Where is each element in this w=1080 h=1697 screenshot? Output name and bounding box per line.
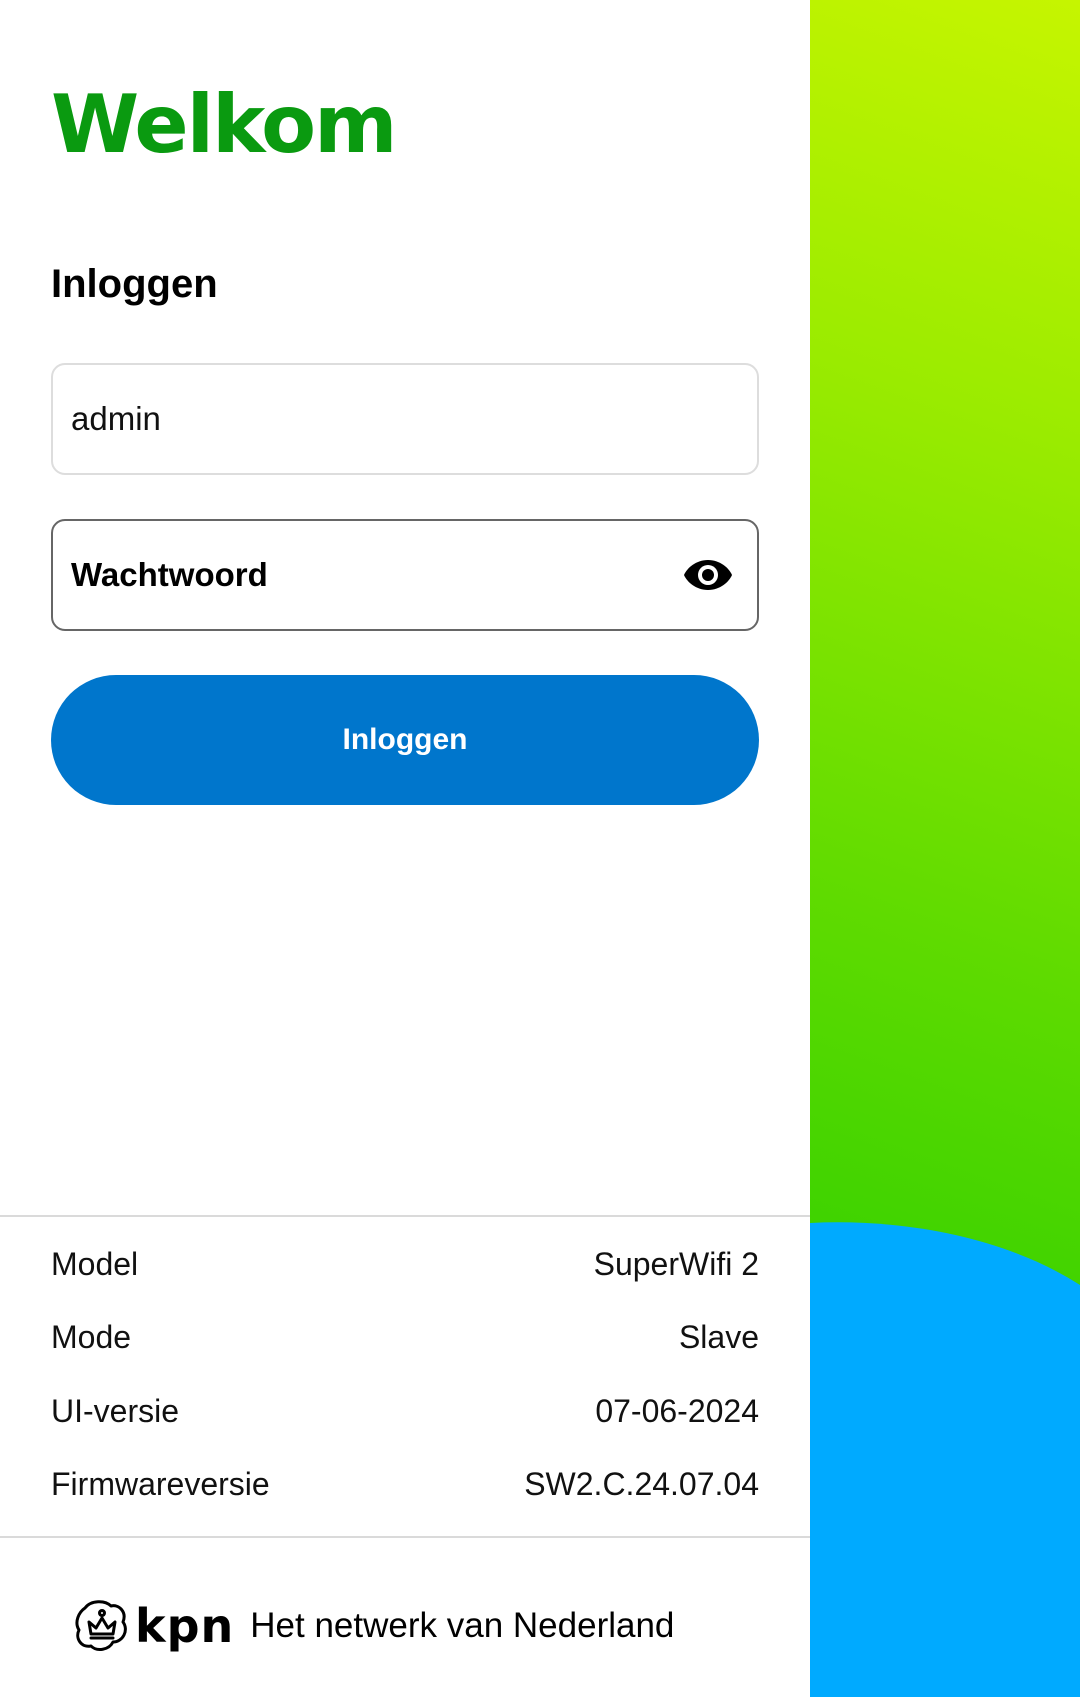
decorative-side-panel — [810, 0, 1080, 1697]
info-label: Model — [51, 1245, 139, 1282]
kpn-brand: kpn — [135, 1599, 235, 1653]
side-blue-wave — [810, 1222, 1080, 1697]
info-row-firmware: Firmwareversie SW2.C.24.07.04 — [51, 1464, 759, 1504]
password-placeholder: Wachtwoord — [71, 556, 268, 593]
info-label: Mode — [51, 1318, 132, 1355]
info-value: SuperWifi 2 — [593, 1245, 759, 1282]
login-page: Welkom Inloggen admin Wachtwoord Inlogge… — [0, 0, 1080, 1697]
login-button[interactable]: Inloggen — [51, 675, 759, 805]
login-panel: Welkom Inloggen admin Wachtwoord Inlogge… — [0, 0, 810, 1697]
username-value: admin — [71, 400, 161, 437]
info-value: SW2.C.24.07.04 — [524, 1465, 759, 1502]
info-label: Firmwareversie — [51, 1465, 270, 1502]
eye-icon[interactable] — [683, 557, 733, 593]
info-row-mode: Mode Slave — [51, 1317, 759, 1357]
kpn-crown-icon — [75, 1600, 127, 1651]
username-field[interactable]: admin — [51, 363, 759, 475]
footer-tagline: Het netwerk van Nederland — [250, 1606, 675, 1645]
info-value: 07-06-2024 — [595, 1392, 759, 1429]
info-divider-top — [0, 1215, 810, 1217]
login-heading: Inloggen — [51, 262, 218, 306]
footer-brand: kpn Het netwerk van Nederland — [75, 1596, 674, 1656]
info-value: Slave — [678, 1318, 759, 1355]
info-row-model: Model SuperWifi 2 — [51, 1244, 759, 1284]
password-field[interactable]: Wachtwoord — [51, 519, 759, 631]
info-row-ui-version: UI-versie 07-06-2024 — [51, 1391, 759, 1431]
welcome-title: Welkom — [51, 78, 397, 171]
info-label: UI-versie — [51, 1392, 180, 1429]
info-divider-bottom — [0, 1536, 810, 1538]
